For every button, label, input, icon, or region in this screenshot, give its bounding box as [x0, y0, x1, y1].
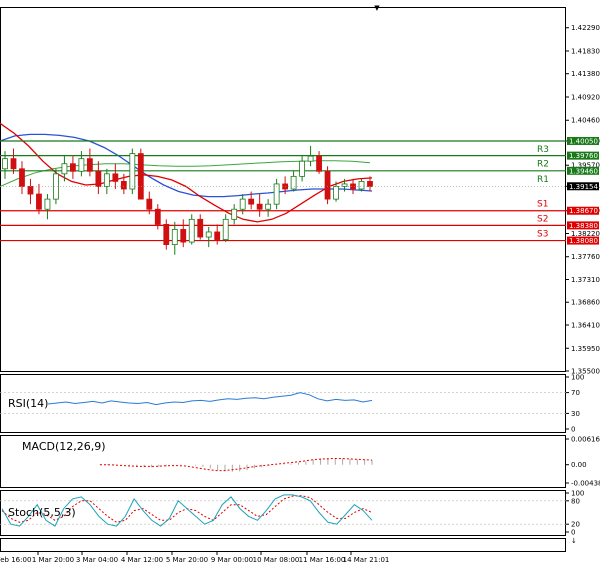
candle-body [19, 168, 25, 187]
price-y-tick-label: 1.36860 [571, 299, 600, 307]
candle-body [44, 198, 51, 210]
current-price-text: 1.39154 [569, 183, 598, 191]
level-label-r2: R2 [537, 160, 549, 170]
candle-body [27, 186, 34, 195]
candle-body [146, 198, 153, 210]
time-axis-label: 4 Mar 12:00 [121, 556, 163, 564]
candle-body [61, 163, 68, 175]
candle-body [333, 186, 339, 200]
macd-label: MACD(12,26,9) [22, 440, 106, 453]
time-axis-label: 11 Mar 16:00 [299, 556, 346, 564]
candle-body [95, 170, 102, 187]
stoch-y-tick-label: 80 [571, 497, 580, 505]
macd-signal-line [100, 458, 373, 472]
stoch-y-tick-label: 100 [571, 490, 584, 498]
time-axis-label: 5 Mar 20:00 [166, 556, 208, 564]
candle-body [163, 223, 170, 246]
level-price-box-text: 1.38380 [569, 222, 598, 230]
candle-body [137, 153, 144, 200]
price-panel-border [0, 7, 566, 372]
time-axis-label: 9 Mar 00:00 [211, 556, 253, 564]
time-axis-label: 14 Mar 21:01 [343, 556, 390, 564]
candle-body [231, 208, 238, 220]
candle-body [265, 203, 272, 210]
price-y-tick-label: 1.41380 [571, 70, 600, 78]
time-axis-label: 10 Mar 08:00 [253, 556, 300, 564]
candle-body [78, 158, 85, 172]
time-axis-label: 1 Mar 20:00 [32, 556, 74, 564]
candle-body [10, 158, 17, 170]
chart-canvas: ▼ 1.42290 1.41830 1.41380 1.40920 1.40460 1.40… [0, 4, 600, 564]
candle-body [299, 160, 305, 177]
price-y-tick-label: 1.37760 [571, 253, 600, 261]
rsi-y-tick-label: 70 [571, 389, 580, 397]
price-y-tick-label: 1.40460 [571, 117, 600, 125]
candle-body [180, 229, 187, 243]
stoch-y-tick-label: 20 [571, 521, 580, 529]
price-y-tick-label: 1.37310 [571, 276, 600, 284]
candle-body [367, 181, 373, 187]
rsi-panel-border [0, 374, 566, 433]
level-label-r1: R1 [537, 175, 549, 185]
level-label-s3: S3 [537, 230, 548, 240]
candle-body [112, 173, 119, 182]
macd-y-tick-label: 0.00 [571, 461, 587, 469]
level-price-box-text: 1.39760 [569, 152, 598, 160]
price-y-tick-label: 1.42290 [571, 24, 600, 32]
candle-body [214, 231, 221, 240]
time-axis-label: Feb 16:00 [0, 556, 31, 564]
level-price-box-text: 1.40050 [569, 137, 598, 145]
rsi-y-tick-label: 30 [571, 410, 580, 418]
candle-body [273, 183, 280, 205]
price-y-tick-label: 1.41830 [571, 47, 600, 55]
candle-body [205, 231, 212, 238]
rsi-line [47, 392, 373, 406]
level-label-s1: S1 [537, 200, 548, 210]
stoch-panel-border [0, 490, 566, 536]
price-y-tick-label: 1.36410 [571, 321, 600, 329]
level-price-box-text: 1.38670 [569, 207, 598, 215]
level-price-box-text: 1.38080 [569, 237, 598, 245]
rsi-label: RSI(14) [8, 397, 48, 410]
level-label-r3: R3 [537, 145, 549, 155]
empty-panel-border [0, 538, 566, 552]
candle-body [188, 218, 195, 243]
price-y-tick-label: 1.35950 [571, 345, 600, 353]
macd-y-tick-label: 0.006166 [571, 436, 600, 444]
candle-body [36, 193, 42, 210]
candle-body [120, 181, 127, 190]
candle-body [316, 155, 322, 172]
candle-body [70, 163, 76, 172]
scroll-arrow-icon: ▼ [374, 4, 380, 12]
macd-y-tick-label: -0.004384 [571, 480, 600, 488]
empty-panel-tick-label: ↓ [571, 537, 577, 545]
candle-body [358, 181, 365, 190]
candle-body [129, 153, 136, 190]
level-label-s2: S2 [537, 214, 548, 224]
candle-body [197, 218, 204, 238]
candle-body [324, 170, 331, 200]
candle-body [307, 155, 314, 162]
level-price-box-text: 1.39460 [569, 167, 598, 175]
rsi-y-tick-label: 100 [571, 374, 584, 382]
candle-body [222, 218, 229, 240]
price-y-tick-label: 1.40920 [571, 93, 600, 101]
candle-body [256, 203, 263, 210]
rsi-y-tick-label: 0 [571, 426, 575, 434]
candle-body [154, 208, 161, 225]
candle-body [290, 175, 297, 190]
candle-body [248, 198, 255, 205]
time-axis-label: 3 Mar 04:00 [76, 556, 118, 564]
candle-body [239, 198, 246, 210]
stoch-y-tick-label: 0 [571, 529, 575, 537]
candle-body [86, 158, 93, 172]
stoch-label: Stoch(5,5,3) [8, 506, 76, 519]
candle-body [103, 173, 110, 187]
candle-body [2, 158, 8, 170]
candle-body [171, 229, 178, 246]
